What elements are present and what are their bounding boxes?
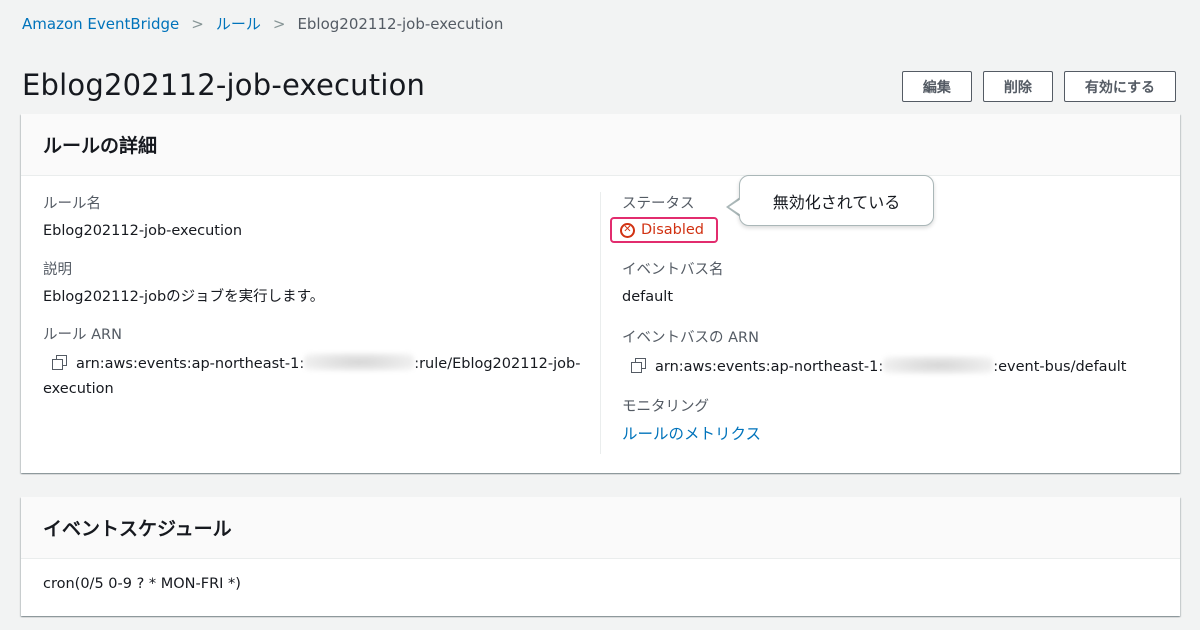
rule-arn-suffix-wrap: execution [43,380,114,397]
redacted-account-id [304,353,415,372]
breadcrumb-rules-link[interactable]: ルール [216,13,261,34]
rule-metrics-link[interactable]: ルールのメトリクス [622,425,761,443]
event-bus-name-field: イベントバス名 default [622,258,1160,310]
page-actions: 編集 削除 有効にする [901,71,1176,102]
breadcrumb-eventbridge-link[interactable]: Amazon EventBridge [22,15,179,33]
status-value: Disabled [641,222,704,238]
description-value: Eblog202112-jobのジョブを実行します。 [43,288,325,305]
page-title: Eblog202112-job-execution [22,68,426,102]
description-label: 説明 [43,261,72,278]
delete-button[interactable]: 削除 [982,71,1053,102]
rule-name-value: Eblog202112-job-execution [43,223,243,239]
event-schedule-header: イベントスケジュール [21,497,1180,559]
status-badge: ✕ Disabled [610,217,718,243]
rule-arn-value: arn:aws:events:ap-northeast-1: :rule/Eblo… [43,352,603,401]
enable-button[interactable]: 有効にする [1063,71,1176,102]
event-bus-arn-value: arn:aws:events:ap-northeast-1: :event-bus… [622,355,1160,380]
callout-tail-inner [729,199,741,215]
monitoring-field: モニタリング ルールのメトリクス [622,395,1160,444]
chevron-right-icon: > [191,14,204,33]
rule-details-panel: ルールの詳細 ルール名 Eblog202112-job-execution 説明… [21,114,1180,473]
details-left-column: ルール名 Eblog202112-job-execution 説明 Eblog2… [43,192,603,402]
breadcrumb-current: Eblog202112-job-execution [297,14,504,33]
edit-button[interactable]: 編集 [901,71,972,102]
event-bus-name-label: イベントバス名 [622,262,724,278]
monitoring-label: モニタリング [622,399,709,416]
event-bus-arn-field: イベントバスの ARN arn:aws:events:ap-northeast-… [622,326,1160,380]
rule-arn-label: ルール ARN [43,327,122,344]
event-schedule-panel: イベントスケジュール cron(0/5 0-9 ? * MON-FRI *) [21,497,1180,616]
chevron-right-icon: > [272,14,286,33]
copy-icon[interactable] [52,355,67,371]
event-bus-arn-label: イベントバスの ARN [622,329,759,346]
copy-icon[interactable] [631,357,646,373]
annotation-callout: 無効化されている [739,175,934,226]
rule-details-heading: ルールの詳細 [43,135,158,157]
event-bus-arn-suffix: :event-bus/default [993,358,1127,375]
schedule-expression: cron(0/5 0-9 ? * MON-FRI *) [43,576,241,592]
details-right-column: ステータス ✕ Disabled イベントバス名 default イベントバスの… [600,192,1160,454]
error-circle-icon: ✕ [620,222,635,238]
description-field: 説明 Eblog202112-jobのジョブを実行します。 [43,258,603,310]
event-bus-arn-prefix: arn:aws:events:ap-northeast-1: [655,358,884,375]
event-bus-name-value: default [622,289,674,305]
event-schedule-heading: イベントスケジュール [43,518,232,540]
rule-arn-prefix: arn:aws:events:ap-northeast-1: [76,356,305,373]
rule-arn-suffix: :rule/Eblog202112-job- [414,356,581,373]
rule-details-header: ルールの詳細 [21,114,1180,176]
rule-name-field: ルール名 Eblog202112-job-execution [43,192,603,244]
rule-arn-field: ルール ARN arn:aws:events:ap-northeast-1: :r… [43,323,603,401]
rule-name-label: ルール名 [43,196,101,212]
breadcrumb: Amazon EventBridge > ルール > Eblog202112-j… [22,13,503,34]
monitoring-value: ルールのメトリクス [622,422,1160,444]
redacted-account-id [883,355,994,374]
